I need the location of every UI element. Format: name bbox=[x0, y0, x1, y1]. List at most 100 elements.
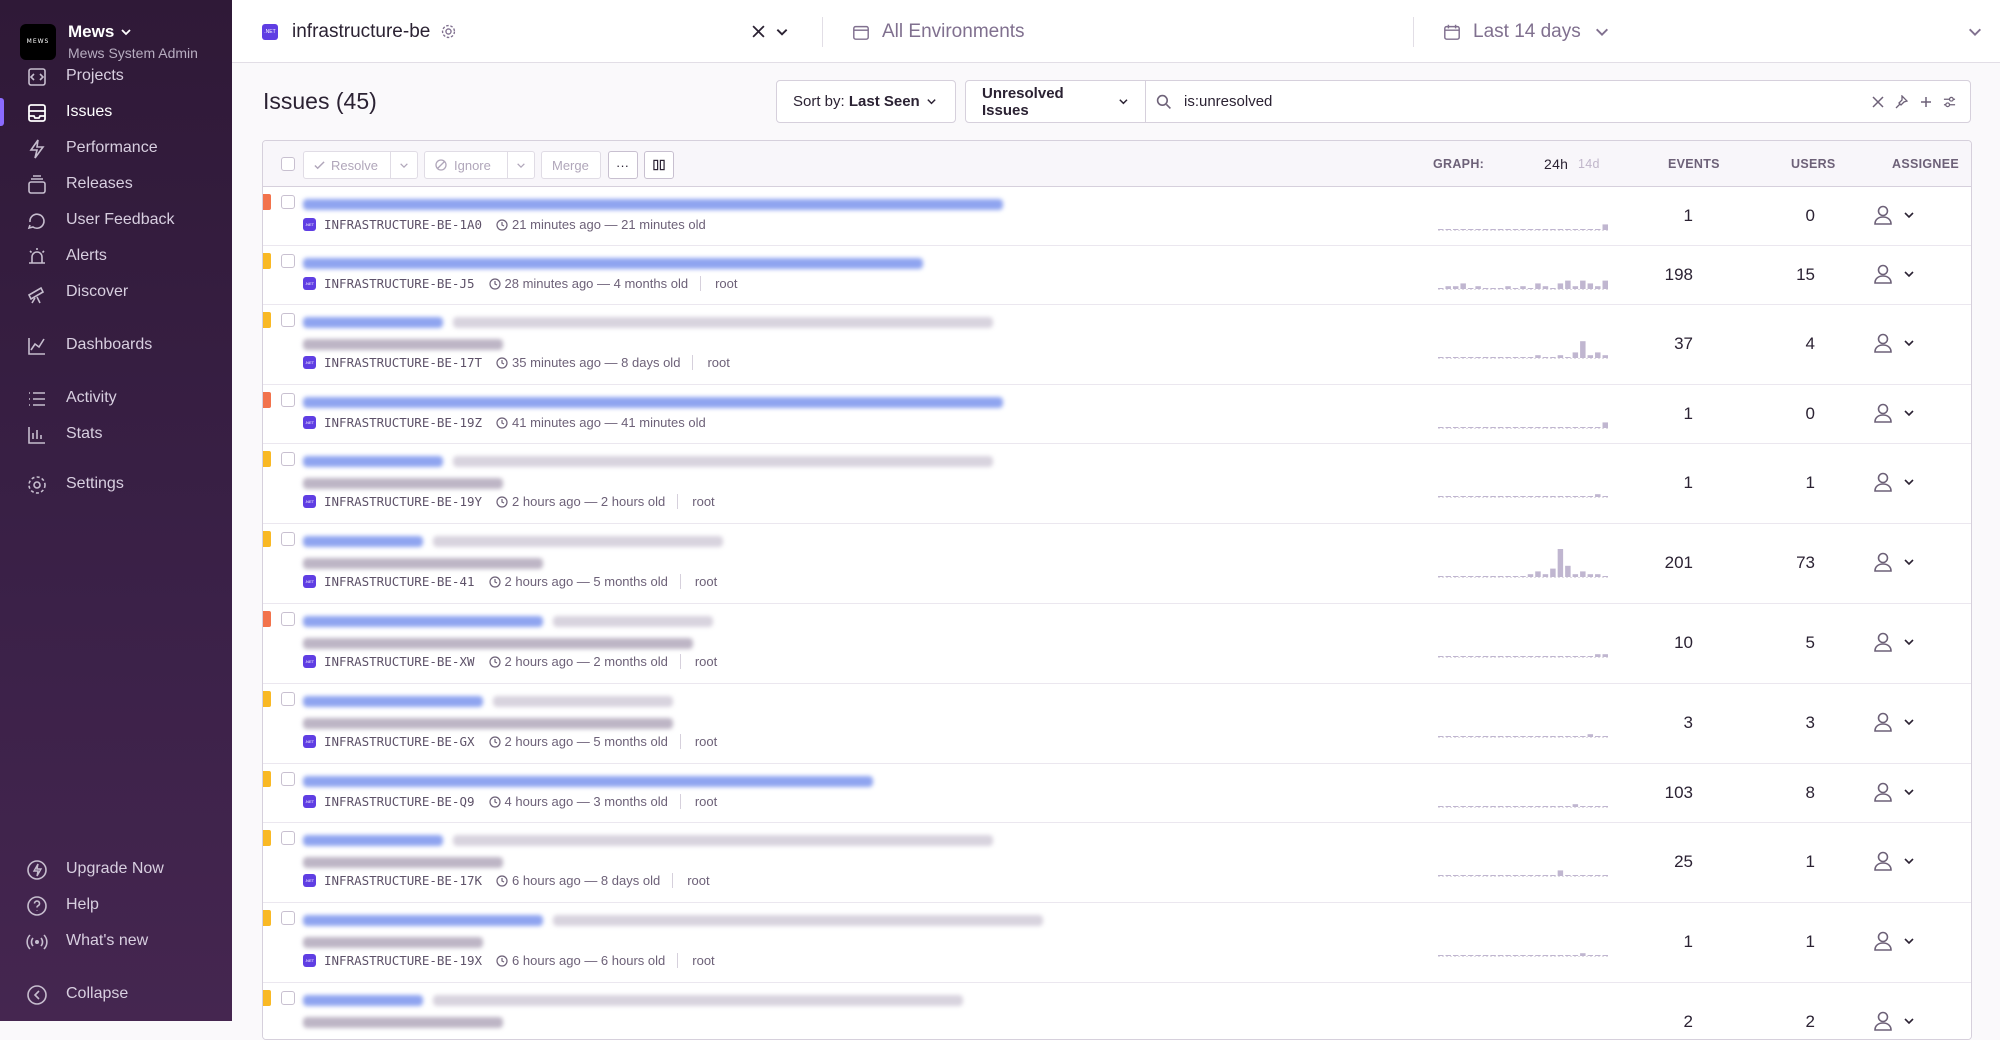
issue-row[interactable]: .NET INFRASTRUCTURE-BE-41 2 hours ago — … bbox=[263, 524, 1971, 604]
sidebar-footer-upgrade-now[interactable]: Upgrade Now bbox=[0, 853, 232, 885]
issue-title-link[interactable] bbox=[303, 317, 443, 328]
sidebar-item-activity[interactable]: Activity bbox=[0, 380, 232, 416]
sidebar-footer-help[interactable]: Help bbox=[0, 889, 232, 921]
issue-title-link[interactable] bbox=[303, 536, 423, 547]
issue-short-id[interactable]: INFRASTRUCTURE-BE-1A0 bbox=[324, 217, 482, 232]
sidebar-item-projects[interactable]: Projects bbox=[0, 58, 232, 94]
sidebar-item-dashboards[interactable]: Dashboards bbox=[0, 327, 232, 363]
saved-search-dropdown[interactable]: Unresolved Issues bbox=[965, 80, 1146, 123]
assignee-selector[interactable] bbox=[1873, 930, 1915, 952]
issue-short-id[interactable]: INFRASTRUCTURE-BE-19X bbox=[324, 953, 482, 968]
org-switcher[interactable]: MEWS Mews Mews System Admin bbox=[20, 22, 198, 61]
resolve-dropdown[interactable] bbox=[390, 151, 418, 179]
chevron-down-icon[interactable] bbox=[775, 25, 789, 39]
issue-title-link[interactable] bbox=[303, 616, 543, 627]
select-all-checkbox[interactable] bbox=[281, 157, 295, 171]
issue-row[interactable]: .NET INFRASTRUCTURE-BE-Q9 4 hours ago — … bbox=[263, 764, 1971, 823]
assignee-selector[interactable] bbox=[1873, 402, 1915, 424]
search-bar[interactable]: is:unresolved bbox=[1145, 80, 1971, 123]
resolve-button[interactable]: Resolve bbox=[303, 151, 391, 179]
issue-checkbox[interactable] bbox=[281, 991, 295, 1005]
ignore-button[interactable]: Ignore bbox=[424, 151, 508, 179]
merge-button[interactable]: Merge bbox=[541, 151, 601, 179]
sort-dropdown[interactable]: Sort by: Last Seen bbox=[776, 80, 956, 123]
assignee-selector[interactable] bbox=[1873, 850, 1915, 872]
issue-short-id[interactable]: INFRASTRUCTURE-BE-17T bbox=[324, 355, 482, 370]
assignee-selector[interactable] bbox=[1873, 263, 1915, 285]
sidebar-footer-what-s-new[interactable]: What's new bbox=[0, 925, 232, 957]
issue-checkbox[interactable] bbox=[281, 612, 295, 626]
issue-row[interactable]: 22 bbox=[263, 983, 1971, 1039]
issue-row[interactable]: .NET INFRASTRUCTURE-BE-17K 6 hours ago —… bbox=[263, 823, 1971, 903]
assignee-selector[interactable] bbox=[1873, 332, 1915, 354]
issue-checkbox[interactable] bbox=[281, 254, 295, 268]
sidebar-item-settings[interactable]: Settings bbox=[0, 466, 232, 502]
pin-icon[interactable] bbox=[1894, 95, 1908, 109]
assignee-selector[interactable] bbox=[1873, 711, 1915, 733]
issue-row[interactable]: .NET INFRASTRUCTURE-BE-XW 2 hours ago — … bbox=[263, 604, 1971, 684]
sidebar-item-stats[interactable]: Stats bbox=[0, 416, 232, 452]
issue-short-id[interactable]: INFRASTRUCTURE-BE-XW bbox=[324, 654, 475, 669]
issue-short-id[interactable]: INFRASTRUCTURE-BE-J5 bbox=[324, 276, 475, 291]
more-actions-button[interactable]: ··· bbox=[608, 151, 638, 179]
issue-checkbox[interactable] bbox=[281, 452, 295, 466]
issue-row[interactable]: .NET INFRASTRUCTURE-BE-19Y 2 hours ago —… bbox=[263, 444, 1971, 524]
clear-search-icon[interactable] bbox=[1872, 96, 1884, 108]
sidebar-item-issues[interactable]: Issues bbox=[0, 94, 232, 130]
sidebar-item-performance[interactable]: Performance bbox=[0, 130, 232, 166]
issue-short-id[interactable]: INFRASTRUCTURE-BE-19Z bbox=[324, 415, 482, 430]
sidebar-footer-collapse[interactable]: Collapse bbox=[0, 978, 232, 1010]
issue-row[interactable]: .NET INFRASTRUCTURE-BE-J5 28 minutes ago… bbox=[263, 246, 1971, 305]
issue-short-id[interactable]: INFRASTRUCTURE-BE-17K bbox=[324, 873, 482, 888]
sidebar-item-alerts[interactable]: Alerts bbox=[0, 238, 232, 274]
assignee-selector[interactable] bbox=[1873, 631, 1915, 653]
issue-row[interactable]: .NET INFRASTRUCTURE-BE-GX 2 hours ago — … bbox=[263, 684, 1971, 764]
assignee-selector[interactable] bbox=[1873, 1010, 1915, 1032]
issue-checkbox[interactable] bbox=[281, 692, 295, 706]
toggle-columns-button[interactable] bbox=[644, 151, 674, 179]
spark-bar bbox=[1527, 806, 1534, 807]
assignee-selector[interactable] bbox=[1873, 551, 1915, 573]
issue-title-link[interactable] bbox=[303, 456, 443, 467]
clock-icon bbox=[488, 277, 501, 290]
issue-title-link[interactable] bbox=[303, 696, 483, 707]
project-selector[interactable]: .NET infrastructure-be bbox=[262, 0, 457, 63]
issue-checkbox[interactable] bbox=[281, 831, 295, 845]
issue-short-id[interactable]: INFRASTRUCTURE-BE-19Y bbox=[324, 494, 482, 509]
clear-project-icon[interactable] bbox=[752, 25, 765, 38]
search-input[interactable]: is:unresolved bbox=[1184, 93, 1272, 110]
gear-icon[interactable] bbox=[440, 23, 457, 40]
issue-checkbox[interactable] bbox=[281, 313, 295, 327]
issue-checkbox[interactable] bbox=[281, 393, 295, 407]
issue-checkbox[interactable] bbox=[281, 911, 295, 925]
filter-settings-icon[interactable] bbox=[1943, 96, 1956, 108]
issue-title-link[interactable] bbox=[303, 258, 923, 269]
issue-title-link[interactable] bbox=[303, 397, 1003, 408]
issue-short-id[interactable]: INFRASTRUCTURE-BE-GX bbox=[324, 734, 475, 749]
add-icon[interactable] bbox=[1920, 96, 1932, 108]
issue-title-link[interactable] bbox=[303, 199, 1003, 210]
assignee-selector[interactable] bbox=[1873, 781, 1915, 803]
graph-24h-toggle[interactable]: 24h bbox=[1544, 156, 1568, 172]
issue-short-id[interactable]: INFRASTRUCTURE-BE-Q9 bbox=[324, 794, 475, 809]
sidebar-item-discover[interactable]: Discover bbox=[0, 274, 232, 310]
issue-title-link[interactable] bbox=[303, 835, 443, 846]
issue-short-id[interactable]: INFRASTRUCTURE-BE-41 bbox=[324, 574, 475, 589]
sidebar-item-user-feedback[interactable]: User Feedback bbox=[0, 202, 232, 238]
issue-checkbox[interactable] bbox=[281, 772, 295, 786]
issue-title-link[interactable] bbox=[303, 776, 873, 787]
ignore-dropdown[interactable] bbox=[507, 151, 535, 179]
issue-title-link[interactable] bbox=[303, 915, 543, 926]
date-range-selector[interactable]: Last 14 days bbox=[1443, 0, 1983, 63]
issue-row[interactable]: .NET INFRASTRUCTURE-BE-1A0 21 minutes ag… bbox=[263, 187, 1971, 246]
issue-checkbox[interactable] bbox=[281, 532, 295, 546]
sidebar-item-releases[interactable]: Releases bbox=[0, 166, 232, 202]
issue-row[interactable]: .NET INFRASTRUCTURE-BE-17T 35 minutes ag… bbox=[263, 305, 1971, 385]
issue-row[interactable]: .NET INFRASTRUCTURE-BE-19Z 41 minutes ag… bbox=[263, 385, 1971, 444]
issue-checkbox[interactable] bbox=[281, 195, 295, 209]
graph-14d-toggle[interactable]: 14d bbox=[1578, 157, 1600, 171]
issue-row[interactable]: .NET INFRASTRUCTURE-BE-19X 6 hours ago —… bbox=[263, 903, 1971, 983]
assignee-selector[interactable] bbox=[1873, 471, 1915, 493]
issue-title-link[interactable] bbox=[303, 995, 423, 1006]
assignee-selector[interactable] bbox=[1873, 204, 1915, 226]
